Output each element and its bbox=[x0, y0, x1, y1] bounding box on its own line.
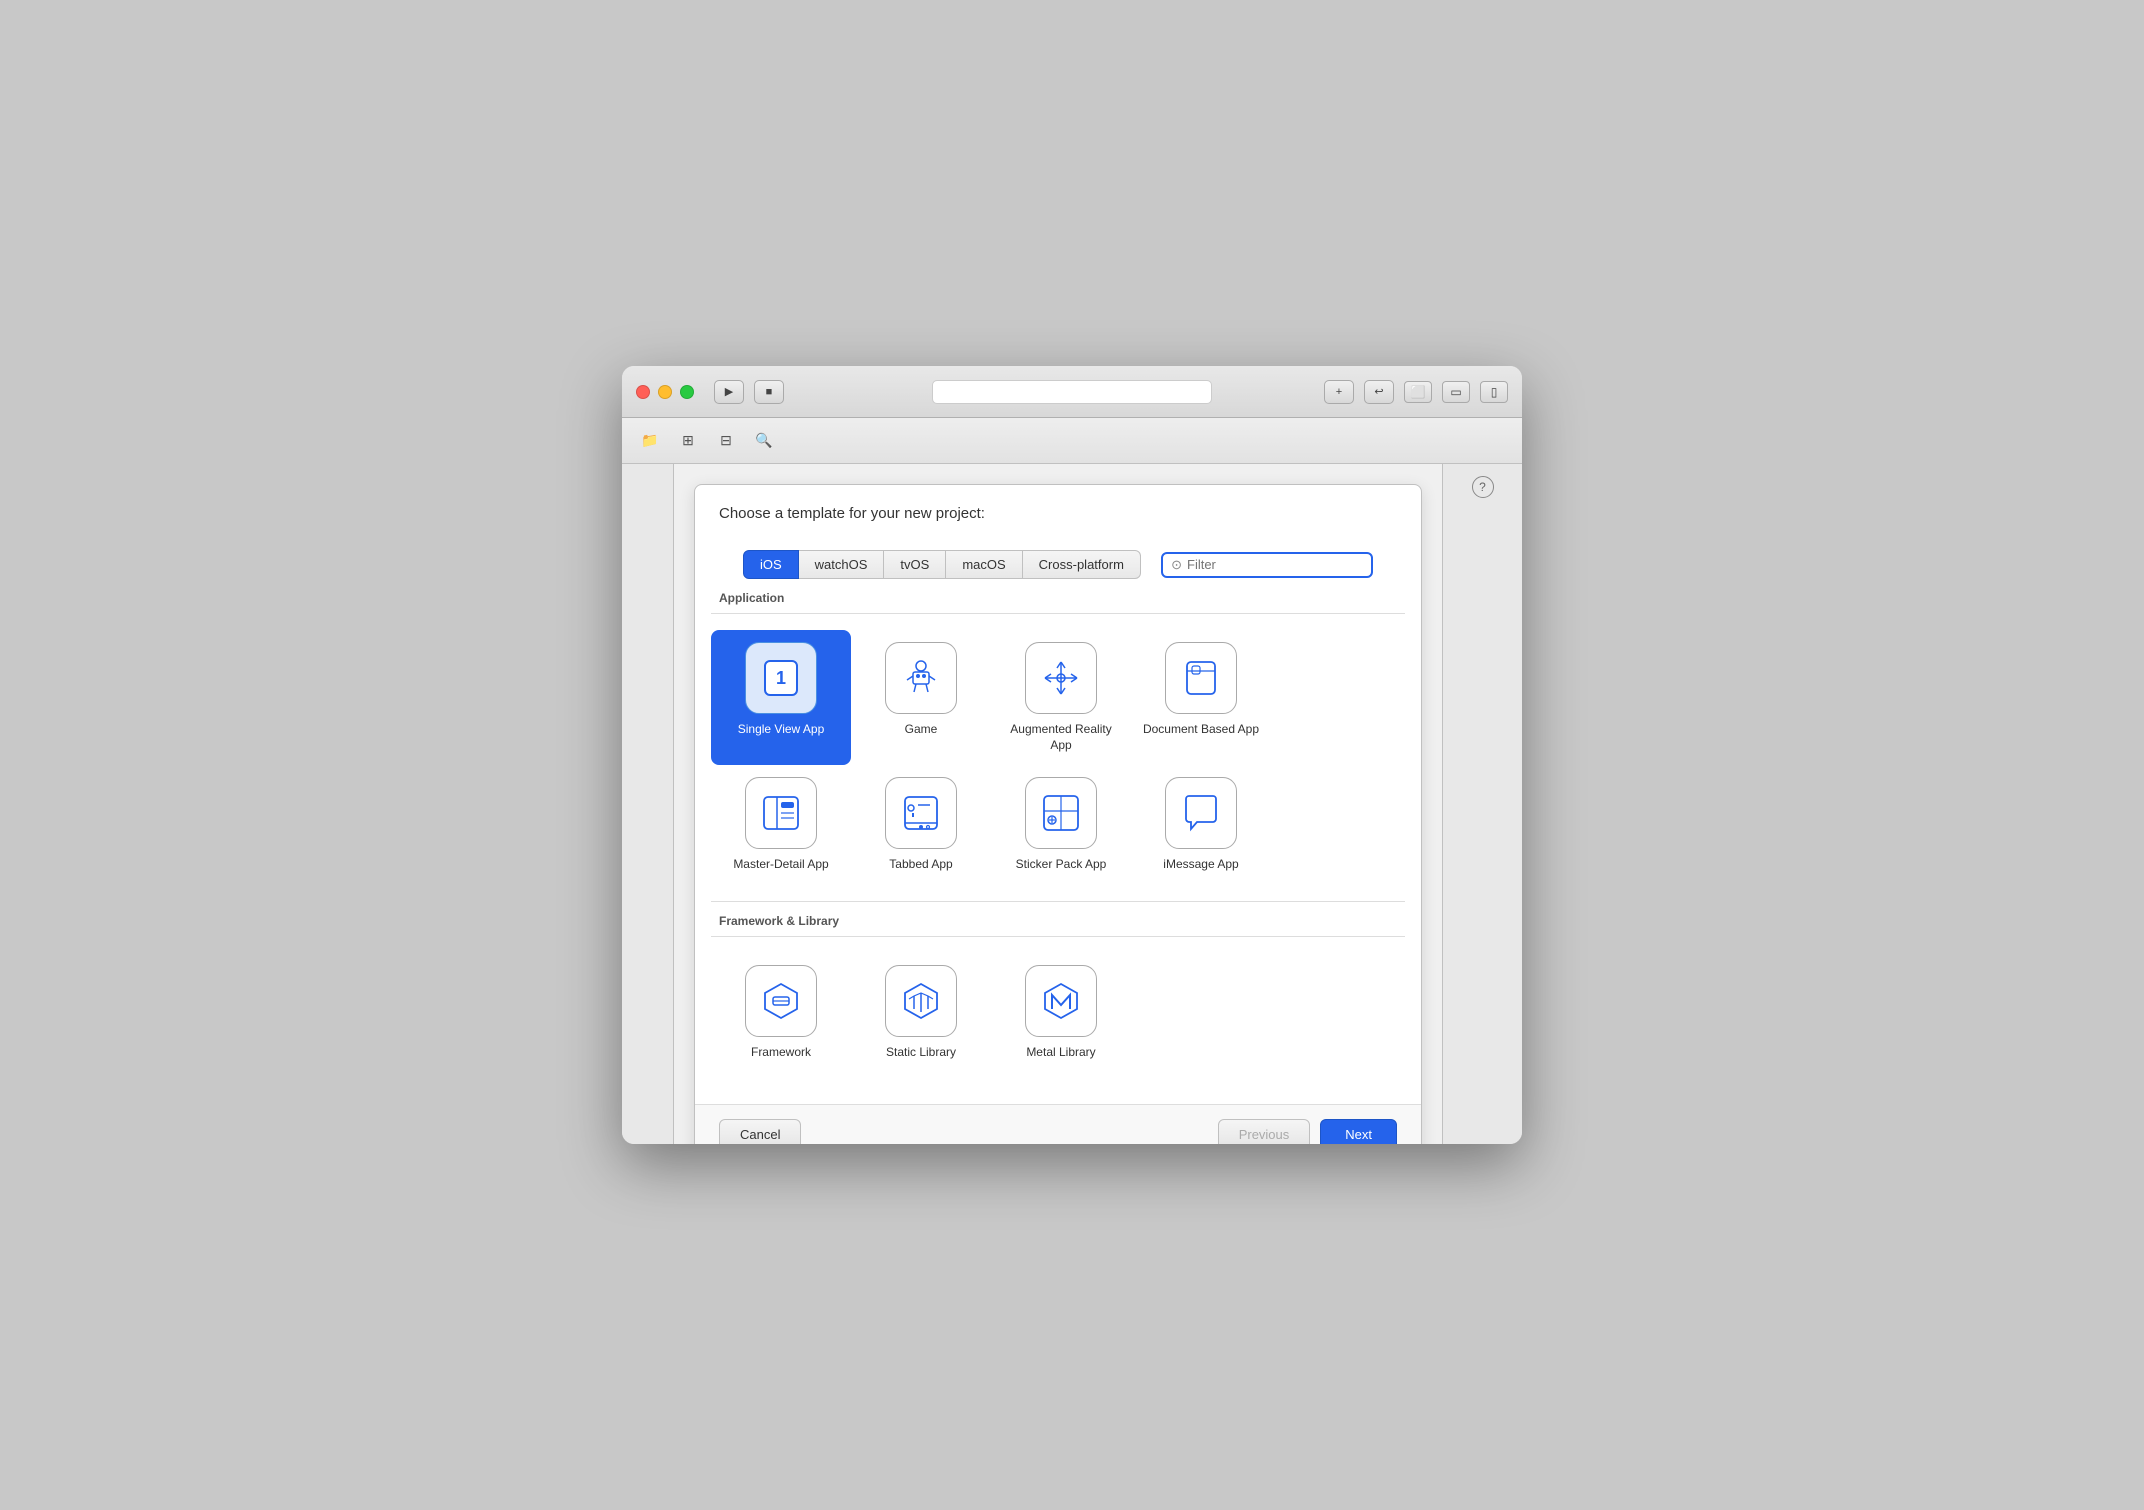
dialog-footer: Cancel Previous Next bbox=[695, 1104, 1421, 1144]
filter-input[interactable] bbox=[1187, 557, 1363, 572]
static-lib-icon-wrap bbox=[885, 965, 957, 1037]
template-document-based-app[interactable]: Document Based App bbox=[1131, 630, 1271, 765]
dialog-body: Application 1 Single View App bbox=[695, 579, 1421, 1104]
minimize-button[interactable] bbox=[658, 385, 672, 399]
framework-template-grid: Framework bbox=[711, 937, 1405, 1089]
dialog-header: Choose a template for your new project: … bbox=[695, 485, 1421, 579]
filter-input-wrap: ⊙ bbox=[1161, 552, 1373, 578]
imessage-label: iMessage App bbox=[1163, 857, 1238, 873]
imessage-icon bbox=[1179, 791, 1223, 835]
template-augmented-reality-app[interactable]: Augmented Reality App bbox=[991, 630, 1131, 765]
single-view-icon-wrap: 1 bbox=[745, 642, 817, 714]
template-imessage-app[interactable]: iMessage App bbox=[1131, 765, 1271, 885]
cancel-button[interactable]: Cancel bbox=[719, 1119, 801, 1144]
previous-button[interactable]: Previous bbox=[1218, 1119, 1311, 1144]
titlebar-controls: ▶ ■ bbox=[714, 380, 784, 404]
main-window: ▶ ■ + ↩ ⬜ ▭ ▯ 📁 ⊞ ⊟ 🔍 Choose a template … bbox=[622, 366, 1522, 1144]
static-lib-icon bbox=[899, 979, 943, 1023]
add-button[interactable]: + bbox=[1324, 380, 1354, 404]
game-icon bbox=[899, 656, 943, 700]
layout-btn-3[interactable]: ▯ bbox=[1480, 381, 1508, 403]
tabs-row: iOS watchOS tvOS macOS Cross-platform ⊙ bbox=[719, 536, 1397, 579]
return-button[interactable]: ↩ bbox=[1364, 380, 1394, 404]
framework-label: Framework bbox=[751, 1045, 811, 1061]
tabs-bar: iOS watchOS tvOS macOS Cross-platform bbox=[743, 550, 1141, 579]
layout-btn-1[interactable]: ⬜ bbox=[1404, 381, 1432, 403]
folder-icon[interactable]: 📁 bbox=[636, 430, 664, 452]
framework-icon bbox=[759, 979, 803, 1023]
new-project-dialog: Choose a template for your new project: … bbox=[694, 484, 1422, 1144]
address-bar bbox=[932, 380, 1212, 404]
traffic-lights bbox=[636, 385, 694, 399]
tabbed-icon bbox=[899, 791, 943, 835]
footer-right: Previous Next bbox=[1218, 1119, 1397, 1144]
dialog-title: Choose a template for your new project: bbox=[719, 505, 1397, 522]
tab-watchos[interactable]: watchOS bbox=[799, 550, 885, 579]
filter-icon: ⊙ bbox=[1171, 557, 1182, 573]
ar-icon-wrap bbox=[1025, 642, 1097, 714]
stop-button[interactable]: ■ bbox=[754, 380, 784, 404]
framework-icon-wrap bbox=[745, 965, 817, 1037]
content-area: Choose a template for your new project: … bbox=[674, 464, 1442, 1144]
sticker-icon-wrap bbox=[1025, 777, 1097, 849]
template-framework[interactable]: Framework bbox=[711, 953, 851, 1073]
sidebar bbox=[622, 464, 674, 1144]
static-lib-label: Static Library bbox=[886, 1045, 956, 1061]
tab-tvos[interactable]: tvOS bbox=[884, 550, 946, 579]
search-icon[interactable]: 🔍 bbox=[750, 430, 778, 452]
ar-label: Augmented Reality App bbox=[999, 722, 1123, 753]
document-label: Document Based App bbox=[1143, 722, 1259, 738]
template-master-detail-app[interactable]: Master-Detail App bbox=[711, 765, 851, 885]
hierarchy-icon[interactable]: ⊟ bbox=[712, 430, 740, 452]
grid-icon[interactable]: ⊞ bbox=[674, 430, 702, 452]
master-detail-icon-wrap bbox=[745, 777, 817, 849]
tabbed-label: Tabbed App bbox=[889, 857, 952, 873]
sticker-label: Sticker Pack App bbox=[1016, 857, 1107, 873]
template-metal-library[interactable]: Metal Library bbox=[991, 953, 1131, 1073]
tab-ios[interactable]: iOS bbox=[743, 550, 799, 579]
single-view-icon: 1 bbox=[759, 656, 803, 700]
imessage-icon-wrap bbox=[1165, 777, 1237, 849]
tabbed-icon-wrap bbox=[885, 777, 957, 849]
sticker-icon bbox=[1039, 791, 1083, 835]
template-static-library[interactable]: Static Library bbox=[851, 953, 991, 1073]
tab-macos[interactable]: macOS bbox=[946, 550, 1022, 579]
help-button[interactable]: ? bbox=[1472, 476, 1494, 498]
metal-label: Metal Library bbox=[1026, 1045, 1095, 1061]
maximize-button[interactable] bbox=[680, 385, 694, 399]
template-sticker-pack-app[interactable]: Sticker Pack App bbox=[991, 765, 1131, 885]
close-button[interactable] bbox=[636, 385, 650, 399]
next-button[interactable]: Next bbox=[1320, 1119, 1397, 1144]
metal-icon-wrap bbox=[1025, 965, 1097, 1037]
game-label: Game bbox=[905, 722, 938, 738]
play-button[interactable]: ▶ bbox=[714, 380, 744, 404]
single-view-label: Single View App bbox=[738, 722, 825, 738]
document-icon-wrap bbox=[1165, 642, 1237, 714]
template-single-view-app[interactable]: 1 Single View App bbox=[711, 630, 851, 765]
template-game[interactable]: Game bbox=[851, 630, 991, 765]
master-detail-label: Master-Detail App bbox=[733, 857, 828, 873]
toolbar: 📁 ⊞ ⊟ 🔍 bbox=[622, 418, 1522, 464]
section-header-framework: Framework & Library bbox=[711, 902, 1405, 937]
ar-icon bbox=[1039, 656, 1083, 700]
tab-cross-platform[interactable]: Cross-platform bbox=[1023, 550, 1141, 579]
application-template-grid: 1 Single View App bbox=[711, 614, 1405, 901]
titlebar: ▶ ■ + ↩ ⬜ ▭ ▯ bbox=[622, 366, 1522, 418]
main-layout: Choose a template for your new project: … bbox=[622, 464, 1522, 1144]
metal-icon bbox=[1039, 979, 1083, 1023]
right-panel: ? bbox=[1442, 464, 1522, 1144]
game-icon-wrap bbox=[885, 642, 957, 714]
svg-text:1: 1 bbox=[776, 668, 786, 688]
section-header-application: Application bbox=[711, 579, 1405, 614]
layout-btn-2[interactable]: ▭ bbox=[1442, 381, 1470, 403]
titlebar-right: + ↩ ⬜ ▭ ▯ bbox=[1324, 380, 1508, 404]
template-tabbed-app[interactable]: Tabbed App bbox=[851, 765, 991, 885]
master-detail-icon bbox=[759, 791, 803, 835]
document-icon bbox=[1179, 656, 1223, 700]
